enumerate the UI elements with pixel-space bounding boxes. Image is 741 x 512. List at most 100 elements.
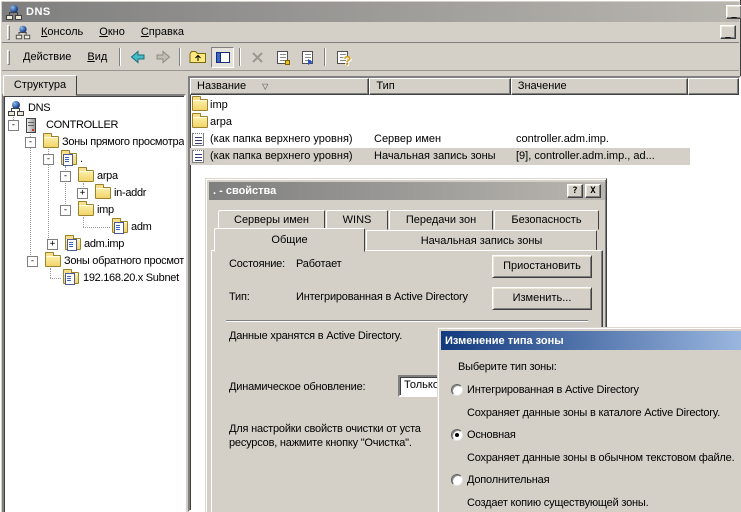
cell-value: [9], controller.adm.imp., ad... bbox=[516, 150, 655, 162]
column-header-value[interactable]: Значение bbox=[510, 78, 689, 95]
toolbar-gripper[interactable] bbox=[7, 49, 10, 65]
radio-primary[interactable] bbox=[451, 429, 463, 441]
tree-expander[interactable]: - bbox=[25, 137, 36, 148]
tree-expander[interactable]: - bbox=[60, 171, 71, 182]
dialog-close-button[interactable]: X bbox=[585, 184, 601, 198]
tab-soa-record[interactable]: Начальная запись зоны bbox=[366, 230, 597, 251]
menu-action[interactable]: Действие bbox=[15, 49, 79, 65]
toolbar-separator bbox=[179, 48, 182, 66]
column-header-name[interactable]: Название ▽ bbox=[190, 78, 370, 95]
dialog-titlebar: . - свойства ? X bbox=[209, 182, 605, 200]
zone-folder-icon bbox=[65, 235, 81, 251]
menubar-gripper[interactable] bbox=[7, 24, 10, 40]
menubar-minimize-button[interactable]: _ bbox=[720, 25, 736, 39]
folder-icon bbox=[78, 201, 94, 216]
tree-item-controller[interactable]: - CONTROLLER bbox=[4, 117, 184, 134]
tab-general[interactable]: Общие bbox=[214, 228, 365, 252]
show-hide-tree-button[interactable] bbox=[211, 46, 235, 68]
tree-item-label: Зоны прямого просмотра bbox=[62, 136, 185, 148]
folder-icon bbox=[192, 96, 208, 111]
list-row-arpa[interactable]: arpa bbox=[190, 113, 690, 131]
option-desc-secondary: Создает копию существующей зоны. bbox=[467, 497, 649, 509]
tree-item-root-zone[interactable]: - . bbox=[4, 150, 184, 168]
folder-icon bbox=[192, 113, 208, 128]
option-label-secondary[interactable]: Дополнительная bbox=[467, 473, 550, 487]
list-row-ns-record[interactable]: (как папка верхнего уровня) Сервер имен … bbox=[190, 131, 690, 148]
zone-folder-icon bbox=[63, 269, 79, 285]
status-label: Состояние: bbox=[229, 258, 285, 270]
structure-tab-label: Структура bbox=[13, 79, 67, 91]
tree-expander[interactable]: - bbox=[60, 205, 71, 216]
record-icon bbox=[192, 150, 204, 163]
tree-expander[interactable]: + bbox=[77, 188, 88, 199]
minimize-button[interactable]: _ bbox=[726, 5, 741, 19]
tree-item-arpa[interactable]: - arpa bbox=[4, 167, 184, 185]
option-label-primary[interactable]: Основная bbox=[467, 428, 516, 442]
tree-item-reverse-zones[interactable]: - Зоны обратного просмотра bbox=[4, 252, 184, 270]
back-arrow-icon bbox=[130, 50, 145, 64]
folder-icon bbox=[45, 252, 61, 267]
tree-item-dns[interactable]: DNS bbox=[4, 100, 184, 117]
tree-item-forward-zones[interactable]: - Зоны прямого просмотра bbox=[4, 133, 185, 151]
dialog-title: Изменение типа зоны bbox=[445, 334, 564, 347]
dialog-title: . - свойства bbox=[213, 185, 277, 197]
menu-console[interactable]: Консоль bbox=[33, 24, 91, 40]
export-list-icon bbox=[302, 50, 314, 65]
menu-view[interactable]: Вид bbox=[79, 49, 115, 65]
sort-desc-icon: ▽ bbox=[262, 82, 269, 91]
tab-name-servers[interactable]: Серверы имен bbox=[218, 210, 325, 230]
column-header-type[interactable]: Тип bbox=[369, 78, 511, 95]
cell-type: Сервер имен bbox=[374, 133, 442, 145]
tree-item-adm-imp[interactable]: + adm.imp bbox=[4, 235, 184, 253]
tree-expander[interactable]: - bbox=[8, 120, 19, 131]
list-header: Название ▽ Тип Значение bbox=[190, 78, 739, 95]
properties-icon bbox=[277, 50, 291, 65]
window-title: DNS bbox=[26, 6, 51, 18]
list-row-imp[interactable]: imp bbox=[190, 96, 690, 114]
help-button[interactable]: ? bbox=[331, 47, 354, 68]
up-one-level-button[interactable] bbox=[186, 47, 209, 68]
action-toolbar: Действие Вид ? bbox=[2, 44, 739, 71]
structure-tab[interactable]: Структура bbox=[3, 75, 77, 96]
list-row-soa-record[interactable]: (как папка верхнего уровня) Начальная за… bbox=[190, 148, 690, 165]
radio-secondary[interactable] bbox=[451, 474, 463, 486]
export-list-button[interactable] bbox=[296, 47, 319, 68]
column-label: Название bbox=[197, 80, 247, 92]
menu-help[interactable]: Справка bbox=[133, 24, 192, 40]
cell-name: (как папка верхнего уровня) bbox=[210, 133, 353, 145]
change-zone-type-dialog: Изменение типа зоны Выберите тип зоны: И… bbox=[437, 327, 741, 512]
dns-app-icon bbox=[15, 25, 31, 39]
tab-wins[interactable]: WINS bbox=[326, 210, 388, 230]
tree-expander[interactable]: + bbox=[47, 239, 58, 250]
console-tree-panel: DNS - CONTROLLER - Зоны прямого просмотр… bbox=[2, 94, 186, 512]
tree-item-in-addr[interactable]: + in-addr bbox=[4, 184, 184, 202]
radio-ad-integrated[interactable] bbox=[451, 384, 463, 396]
option-desc-primary: Сохраняет данные зоны в обычном текстово… bbox=[467, 452, 735, 464]
up-one-level-icon bbox=[189, 51, 206, 63]
back-button[interactable] bbox=[126, 47, 149, 68]
change-type-button[interactable]: Изменить... bbox=[492, 287, 592, 310]
tab-security[interactable]: Безопасность bbox=[494, 210, 599, 230]
pause-button[interactable]: Приостановить bbox=[492, 255, 592, 278]
column-header-empty[interactable] bbox=[688, 78, 739, 95]
option-label-ad-integrated[interactable]: Интегрированная в Active Directory bbox=[467, 383, 639, 397]
toolbar-separator bbox=[324, 48, 327, 66]
zone-folder-icon bbox=[61, 150, 77, 166]
menu-window[interactable]: Окно bbox=[91, 24, 133, 40]
tree-item-adm[interactable]: adm bbox=[4, 218, 184, 236]
dynamic-update-label: Динамическое обновление: bbox=[229, 381, 366, 393]
folder-icon bbox=[43, 133, 59, 148]
tree-expander[interactable]: - bbox=[43, 154, 54, 165]
record-icon bbox=[192, 133, 204, 146]
dns-console-window: DNS _ Консоль Окно Справка _ Действие Ви… bbox=[0, 0, 741, 512]
tree-expander[interactable]: - bbox=[27, 256, 38, 267]
tab-zone-transfers[interactable]: Передачи зон bbox=[389, 210, 493, 230]
tree-item-imp[interactable]: - imp bbox=[4, 201, 184, 219]
dialog-help-button[interactable]: ? bbox=[567, 184, 583, 198]
delete-button[interactable] bbox=[246, 47, 269, 68]
tree-item-subnet[interactable]: 192.168.20.x Subnet bbox=[4, 269, 184, 287]
folder-icon bbox=[95, 184, 111, 199]
server-icon bbox=[26, 118, 36, 133]
properties-button[interactable] bbox=[271, 47, 294, 68]
forward-button[interactable] bbox=[151, 47, 174, 68]
